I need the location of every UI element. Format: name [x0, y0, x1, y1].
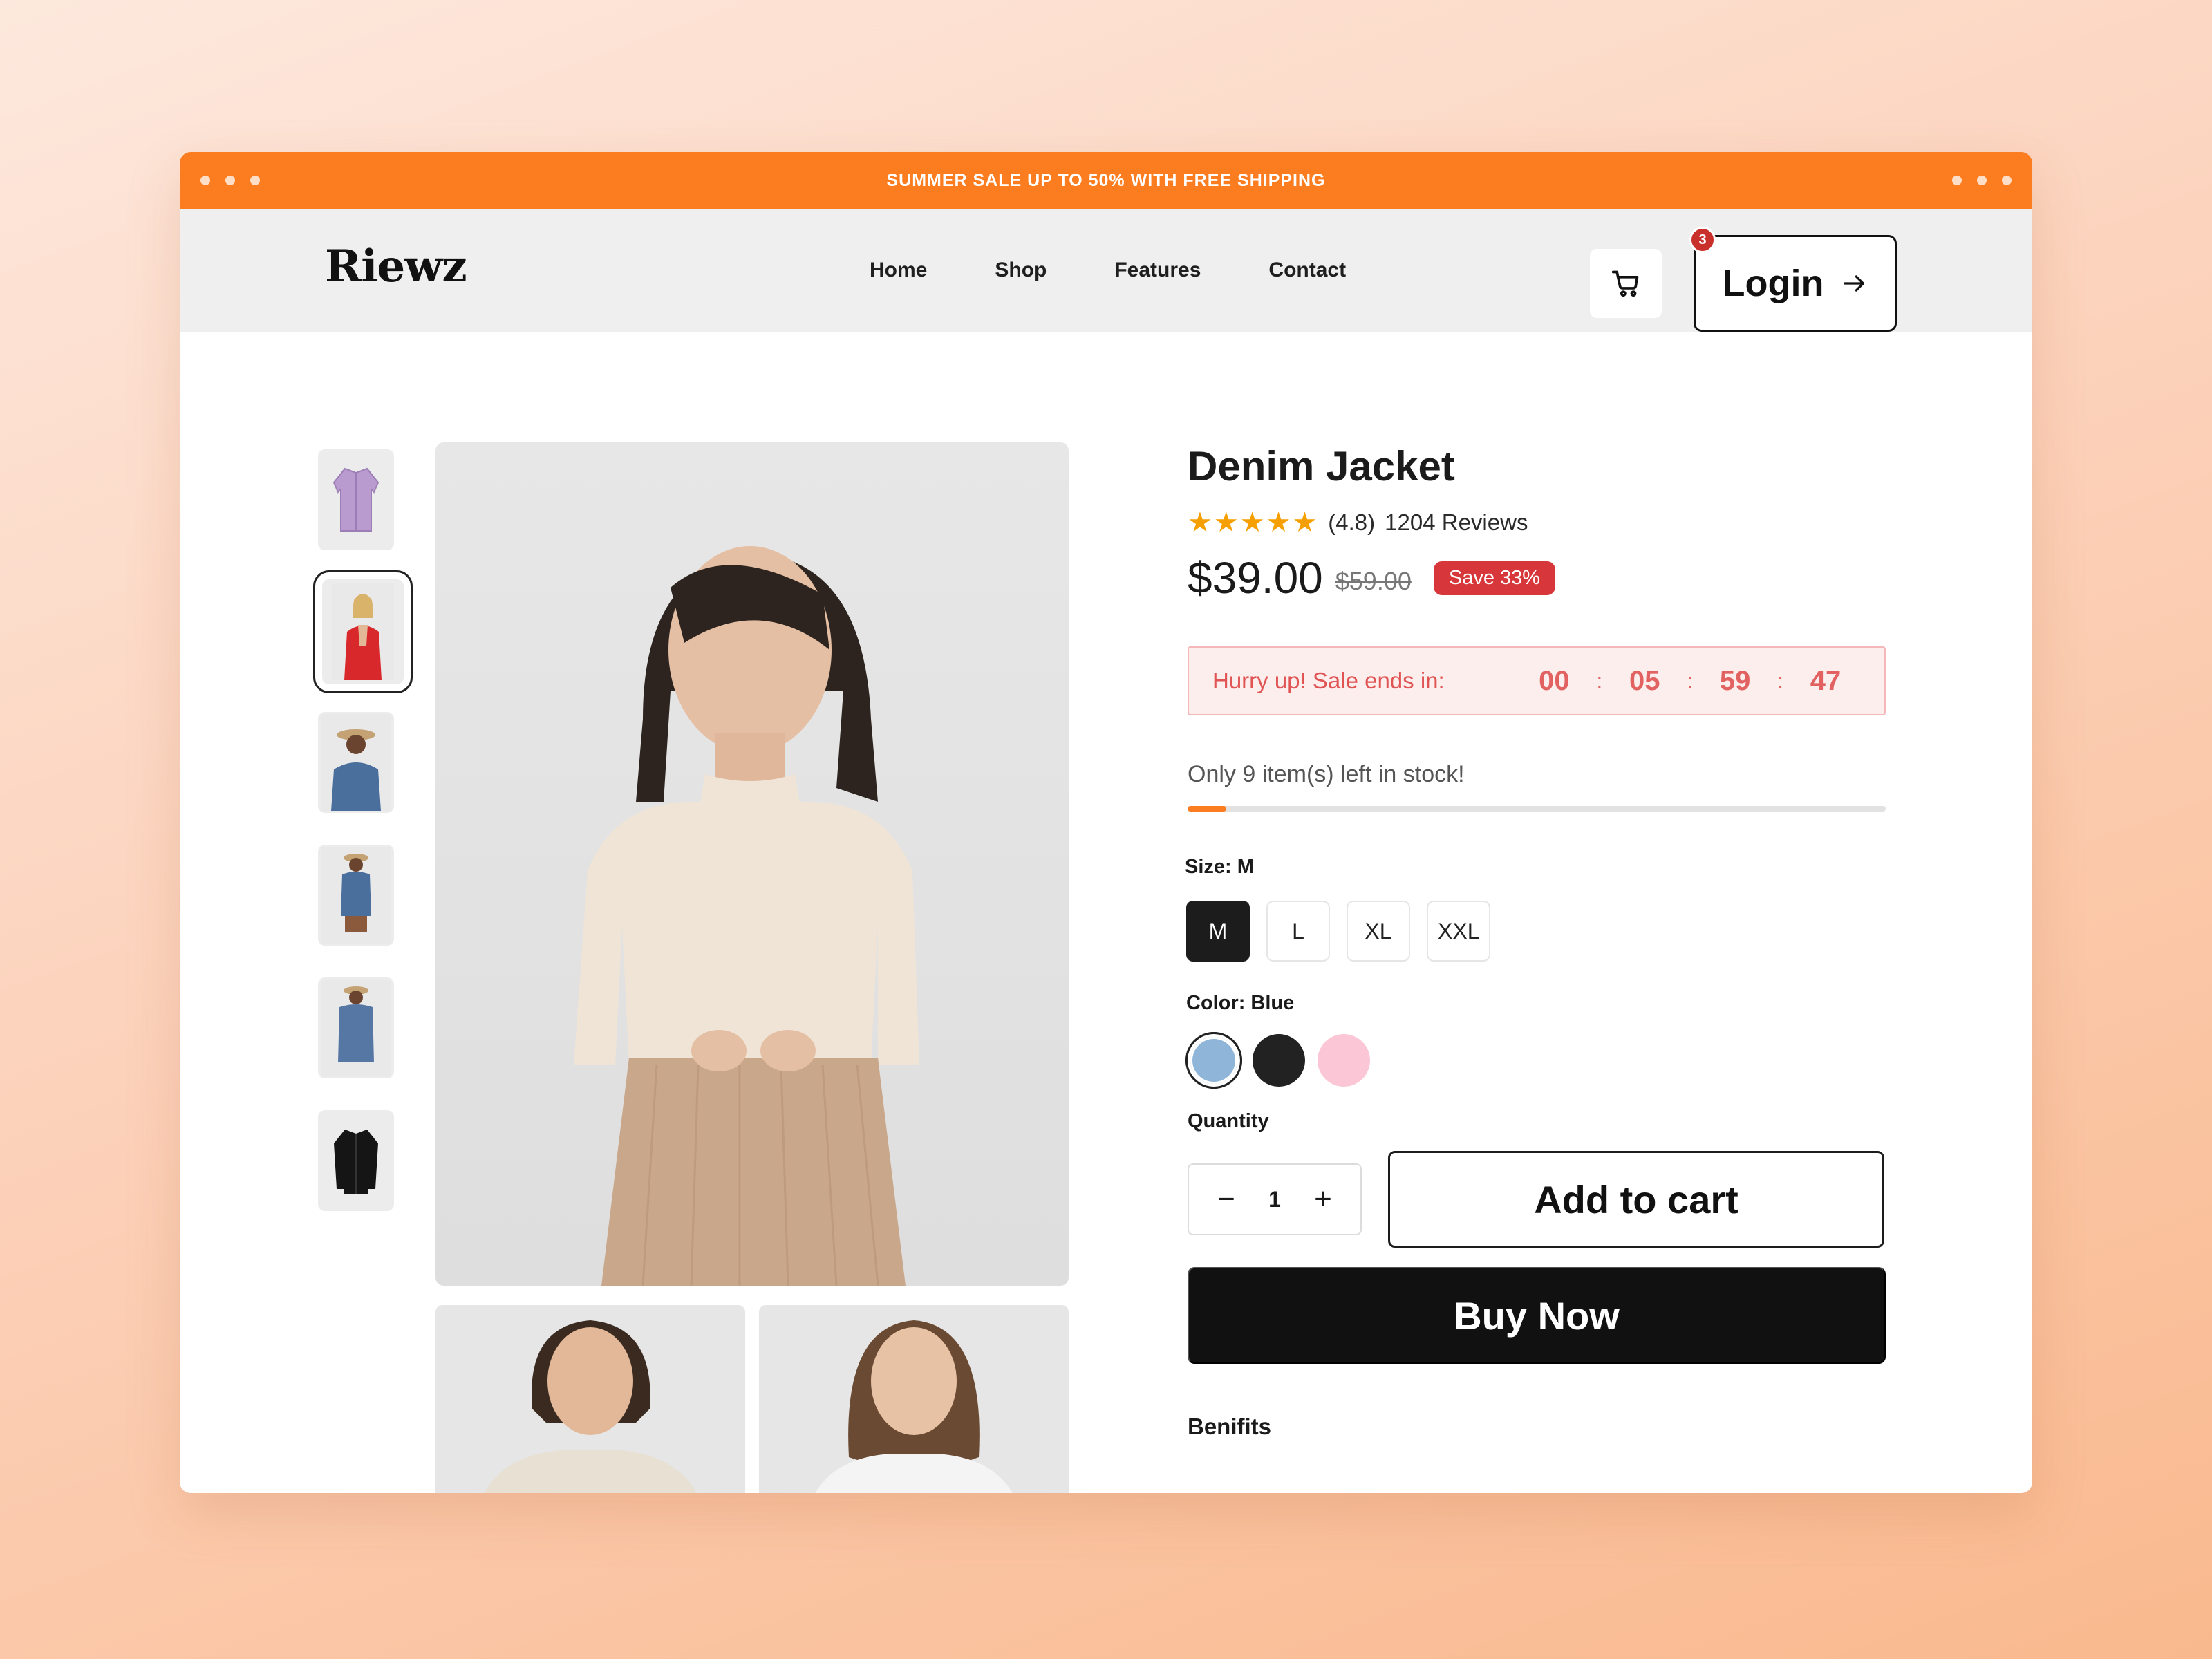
sale-label: Hurry up! Sale ends in: [1212, 668, 1445, 693]
window-dot [250, 176, 260, 185]
window-dot [1952, 176, 1962, 185]
model-image [321, 847, 391, 944]
color-swatch-black[interactable] [1253, 1034, 1305, 1087]
model-image [321, 714, 391, 811]
model-image [484, 1320, 697, 1493]
jacket-image [334, 1130, 378, 1194]
site-logo[interactable]: Riewz [325, 241, 467, 292]
size-option-xxl[interactable]: XXL [1427, 901, 1491, 962]
size-options: M L XL XXL [1186, 901, 1886, 962]
size-option-l[interactable]: L [1266, 901, 1330, 962]
cart-button[interactable] [1590, 249, 1662, 318]
star-rating-icon: ★★★★★ [1188, 507, 1319, 538]
quantity-stepper: − 1 + [1188, 1163, 1362, 1235]
sale-countdown: Hurry up! Sale ends in: 00 : 05 : 59 : 4… [1188, 646, 1886, 715]
promo-bar: SUMMER SALE UP TO 50% WITH FREE SHIPPING [180, 152, 2032, 209]
thumbnail-lavender-shirt[interactable] [318, 449, 394, 550]
shirt-image [332, 467, 379, 532]
model-image [321, 980, 391, 1076]
price-row: $39.00 $59.00 Save 33% [1188, 552, 1886, 603]
product-title: Denim Jacket [1188, 443, 1455, 489]
size-label: Size: M [1185, 856, 1254, 878]
benefits-heading: Benifits [1188, 1414, 1272, 1439]
rating-value: (4.8) [1328, 509, 1376, 535]
timer-separator: : [1687, 668, 1694, 693]
stock-text: Only 9 item(s) left in stock! [1188, 761, 1465, 787]
thumbnail-denim-jacket-skirt[interactable] [318, 845, 394, 946]
model-image [815, 1320, 1013, 1493]
site-header: Riewz Home Shop Features Contact Login 3 [180, 209, 2032, 332]
nav-item-home[interactable]: Home [870, 259, 927, 282]
timer-seconds: 47 [1810, 665, 1841, 696]
product-image-tertiary[interactable] [759, 1305, 1069, 1493]
buy-now-button[interactable]: Buy Now [1188, 1267, 1886, 1364]
timer-days: 00 [1539, 665, 1570, 696]
cart-count-badge: 3 [1689, 227, 1716, 253]
thumbnail-red-jacket[interactable] [313, 570, 413, 693]
window-dot [200, 176, 210, 185]
main-nav: Home Shop Features Contact [870, 209, 1346, 332]
color-swatch-blue[interactable] [1185, 1032, 1242, 1089]
add-to-cart-button[interactable]: Add to cart [1388, 1151, 1884, 1248]
nav-item-features[interactable]: Features [1114, 259, 1201, 282]
thumbnail-black-jacket[interactable] [318, 1110, 394, 1211]
window-controls-left [200, 152, 260, 209]
quantity-value[interactable]: 1 [1268, 1187, 1281, 1212]
minus-icon[interactable]: − [1212, 1182, 1240, 1217]
color-options [1185, 1032, 1886, 1089]
purchase-row: − 1 + Add to cart [1188, 1151, 1886, 1248]
promo-text: SUMMER SALE UP TO 50% WITH FREE SHIPPING [886, 170, 1326, 190]
plus-icon[interactable]: + [1309, 1182, 1337, 1217]
quantity-label: Quantity [1188, 1110, 1269, 1132]
main-product-image[interactable] [435, 442, 1069, 1286]
login-label: Login [1722, 263, 1824, 304]
nav-item-contact[interactable]: Contact [1268, 259, 1346, 282]
review-count[interactable]: 1204 Reviews [1385, 509, 1528, 536]
window-dot [1977, 176, 1987, 185]
arrow-right-icon [1844, 275, 1865, 292]
thumbnail-denim-jacket-hat[interactable] [318, 712, 394, 813]
timer-minutes: 59 [1719, 665, 1751, 696]
save-badge: Save 33% [1433, 561, 1556, 595]
stock-progress-fill [1188, 806, 1226, 812]
product-image-secondary[interactable] [435, 1305, 745, 1493]
product-info: Denim Jacket ★★★★★ (4.8) 1204 Reviews $3… [1185, 442, 1886, 1440]
countdown-timer: 00 : 05 : 59 : 47 [1535, 666, 1844, 697]
timer-separator: : [1596, 668, 1603, 693]
size-option-m[interactable]: M [1186, 901, 1250, 962]
thumbnail-denim-jacket-back[interactable] [318, 977, 394, 1078]
window-dot [225, 176, 235, 185]
cart-icon [1611, 270, 1639, 297]
window-controls-right [1952, 152, 2012, 209]
browser-window: SUMMER SALE UP TO 50% WITH FREE SHIPPING… [180, 152, 2032, 1493]
color-label: Color: Blue [1186, 992, 1295, 1014]
size-option-xl[interactable]: XL [1347, 901, 1410, 962]
stock-progress-bar [1188, 806, 1886, 812]
window-dot [2002, 176, 2012, 185]
original-price: $59.00 [1335, 567, 1412, 595]
model-image [332, 583, 394, 680]
color-swatch-pink[interactable] [1318, 1034, 1370, 1087]
timer-hours: 05 [1629, 665, 1660, 696]
model-image [574, 546, 919, 1286]
nav-item-shop[interactable]: Shop [995, 259, 1047, 282]
rating-row: ★★★★★ (4.8) 1204 Reviews [1188, 507, 1886, 538]
login-button[interactable]: Login [1694, 235, 1897, 332]
timer-separator: : [1777, 668, 1783, 693]
current-price: $39.00 [1188, 553, 1323, 603]
